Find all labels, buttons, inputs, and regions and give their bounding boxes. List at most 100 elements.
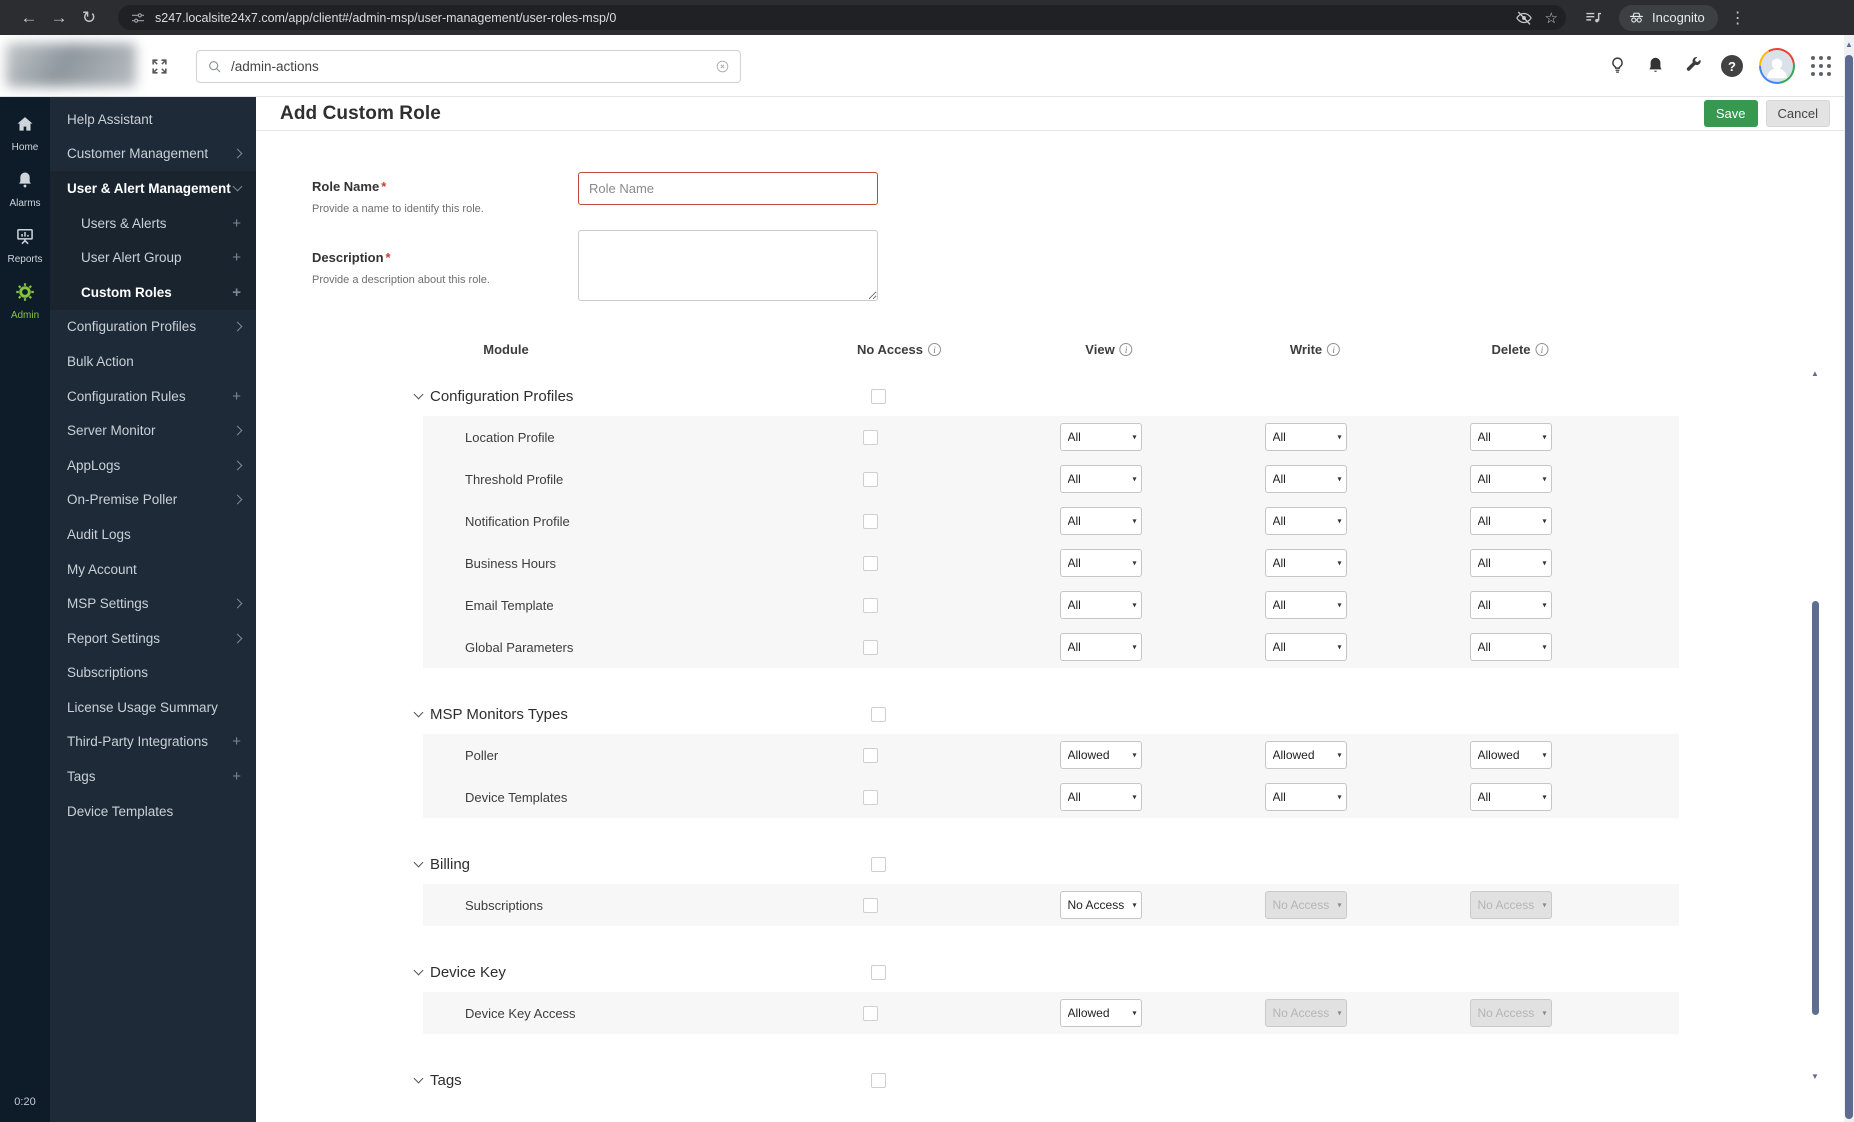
global-search[interactable] bbox=[196, 50, 741, 83]
no-access-checkbox[interactable] bbox=[862, 789, 878, 805]
info-icon[interactable]: i bbox=[1535, 343, 1549, 356]
sidebar-item-user-alert-management[interactable]: User & Alert Management bbox=[50, 171, 256, 206]
sidebar-item-subscriptions[interactable]: Subscriptions bbox=[50, 656, 256, 691]
inner-scroll-up-icon[interactable]: ▲ bbox=[1808, 369, 1822, 378]
delete-select[interactable]: All bbox=[1469, 633, 1552, 661]
search-clear-icon[interactable] bbox=[715, 59, 730, 74]
delete-select[interactable]: All bbox=[1469, 591, 1552, 619]
no-access-checkbox[interactable] bbox=[862, 513, 878, 529]
section-toggle-configuration-profiles[interactable]: Configuration Profiles bbox=[413, 388, 803, 405]
section-no-access-checkbox[interactable] bbox=[870, 964, 886, 980]
delete-select[interactable]: All bbox=[1469, 507, 1552, 535]
sidebar-item-license-usage-summary[interactable]: License Usage Summary bbox=[50, 690, 256, 725]
sidebar-item-custom-roles[interactable]: Custom Roles + bbox=[50, 274, 256, 310]
info-icon[interactable]: i bbox=[1119, 343, 1133, 356]
sidebar-item-report-settings[interactable]: Report Settings bbox=[50, 621, 256, 656]
write-select[interactable]: All bbox=[1264, 783, 1347, 811]
info-icon[interactable]: i bbox=[1327, 343, 1341, 356]
view-select[interactable]: All bbox=[1059, 465, 1142, 493]
sidebar-item-on-premise-poller[interactable]: On-Premise Poller bbox=[50, 483, 256, 518]
role-name-input[interactable] bbox=[578, 172, 878, 205]
save-button[interactable]: Save bbox=[1703, 100, 1758, 127]
browser-forward-icon[interactable]: → bbox=[44, 8, 74, 28]
section-no-access-checkbox[interactable] bbox=[870, 856, 886, 872]
no-access-checkbox[interactable] bbox=[862, 471, 878, 487]
rail-item-admin[interactable]: Admin bbox=[0, 273, 50, 329]
help-icon[interactable]: ? bbox=[1721, 55, 1743, 77]
apps-grid-icon[interactable] bbox=[1811, 55, 1832, 77]
info-icon[interactable]: i bbox=[928, 343, 941, 356]
section-no-access-checkbox[interactable] bbox=[870, 706, 886, 722]
write-select[interactable]: Allowed bbox=[1264, 741, 1347, 769]
section-toggle-msp-monitors-types[interactable]: MSP Monitors Types bbox=[413, 706, 803, 723]
sidebar-item-msp-settings[interactable]: MSP Settings bbox=[50, 586, 256, 621]
view-select[interactable]: All bbox=[1059, 549, 1142, 577]
sidebar-item-help-assistant[interactable]: Help Assistant bbox=[50, 102, 256, 137]
view-select[interactable]: All bbox=[1059, 633, 1142, 661]
view-select[interactable]: All bbox=[1059, 423, 1142, 451]
sidebar-item-customer-management[interactable]: Customer Management bbox=[50, 137, 256, 172]
window-scrollbar[interactable]: ▲ bbox=[1844, 35, 1854, 1122]
description-textarea[interactable] bbox=[578, 230, 878, 301]
scroll-up-icon[interactable]: ▲ bbox=[1844, 40, 1854, 49]
no-access-checkbox[interactable] bbox=[862, 639, 878, 655]
browser-menu-icon[interactable]: ⋮ bbox=[1730, 8, 1746, 28]
view-select[interactable]: All bbox=[1059, 507, 1142, 535]
rail-item-alarms[interactable]: Alarms bbox=[0, 161, 50, 217]
inner-scrollbar-thumb[interactable] bbox=[1812, 601, 1819, 1015]
sidebar-item-configuration-profiles[interactable]: Configuration Profiles bbox=[50, 310, 256, 345]
view-select[interactable]: All bbox=[1059, 783, 1142, 811]
eye-off-icon[interactable] bbox=[1515, 9, 1533, 27]
view-select[interactable]: Allowed bbox=[1059, 741, 1142, 769]
section-toggle-device-key[interactable]: Device Key bbox=[413, 964, 803, 981]
fullscreen-expand-icon[interactable] bbox=[150, 57, 169, 76]
avatar[interactable] bbox=[1759, 48, 1795, 84]
section-toggle-billing[interactable]: Billing bbox=[413, 856, 803, 873]
write-select[interactable]: All bbox=[1264, 465, 1347, 493]
write-select[interactable]: All bbox=[1264, 549, 1347, 577]
sidebar-item-configuration-rules[interactable]: Configuration Rules + bbox=[50, 379, 256, 414]
view-select[interactable]: Allowed bbox=[1059, 999, 1142, 1027]
site-info-icon[interactable] bbox=[130, 10, 146, 26]
view-select[interactable]: All bbox=[1059, 591, 1142, 619]
no-access-checkbox[interactable] bbox=[862, 555, 878, 571]
sidebar-item-device-templates[interactable]: Device Templates bbox=[50, 794, 256, 829]
delete-select[interactable]: Allowed bbox=[1469, 741, 1552, 769]
sidebar-item-server-monitor[interactable]: Server Monitor bbox=[50, 413, 256, 448]
write-select[interactable]: All bbox=[1264, 507, 1347, 535]
delete-select[interactable]: All bbox=[1469, 549, 1552, 577]
inner-scroll-down-icon[interactable]: ▼ bbox=[1808, 1072, 1822, 1081]
delete-select[interactable]: All bbox=[1469, 423, 1552, 451]
media-queue-icon[interactable] bbox=[1584, 8, 1603, 27]
write-select[interactable]: All bbox=[1264, 423, 1347, 451]
write-select[interactable]: All bbox=[1264, 633, 1347, 661]
section-no-access-checkbox[interactable] bbox=[870, 388, 886, 404]
bookmark-star-icon[interactable]: ☆ bbox=[1545, 9, 1558, 27]
section-no-access-checkbox[interactable] bbox=[870, 1072, 886, 1088]
delete-select[interactable]: No Access bbox=[1469, 891, 1552, 919]
sidebar-item-audit-logs[interactable]: Audit Logs bbox=[50, 517, 256, 552]
sidebar-item-users-alerts[interactable]: Users & Alerts + bbox=[50, 205, 256, 241]
browser-back-icon[interactable]: ← bbox=[14, 8, 44, 28]
write-select[interactable]: No Access bbox=[1264, 999, 1347, 1027]
section-toggle-tags[interactable]: Tags bbox=[413, 1072, 803, 1089]
browser-reload-icon[interactable]: ↻ bbox=[74, 8, 104, 28]
sidebar-item-user-alert-group[interactable]: User Alert Group + bbox=[50, 240, 256, 275]
no-access-checkbox[interactable] bbox=[862, 1005, 878, 1021]
rail-item-reports[interactable]: Reports bbox=[0, 217, 50, 273]
cancel-button[interactable]: Cancel bbox=[1765, 100, 1830, 127]
no-access-checkbox[interactable] bbox=[862, 747, 878, 763]
sidebar-item-my-account[interactable]: My Account bbox=[50, 552, 256, 587]
url-text[interactable]: s247.localsite24x7.com/app/client#/admin… bbox=[155, 11, 1503, 25]
view-select[interactable]: No Access bbox=[1059, 891, 1142, 919]
notification-bell-icon[interactable] bbox=[1645, 55, 1667, 77]
write-select[interactable]: No Access bbox=[1264, 891, 1347, 919]
no-access-checkbox[interactable] bbox=[862, 429, 878, 445]
scrollbar-thumb[interactable] bbox=[1845, 55, 1853, 1119]
sidebar-item-bulk-action[interactable]: Bulk Action bbox=[50, 344, 256, 379]
lightbulb-icon[interactable] bbox=[1607, 55, 1629, 77]
sidebar-item-third-party-integrations[interactable]: Third-Party Integrations + bbox=[50, 725, 256, 760]
address-bar[interactable]: s247.localsite24x7.com/app/client#/admin… bbox=[118, 5, 1566, 30]
sidebar-item-tags[interactable]: Tags + bbox=[50, 759, 256, 794]
no-access-checkbox[interactable] bbox=[862, 897, 878, 913]
